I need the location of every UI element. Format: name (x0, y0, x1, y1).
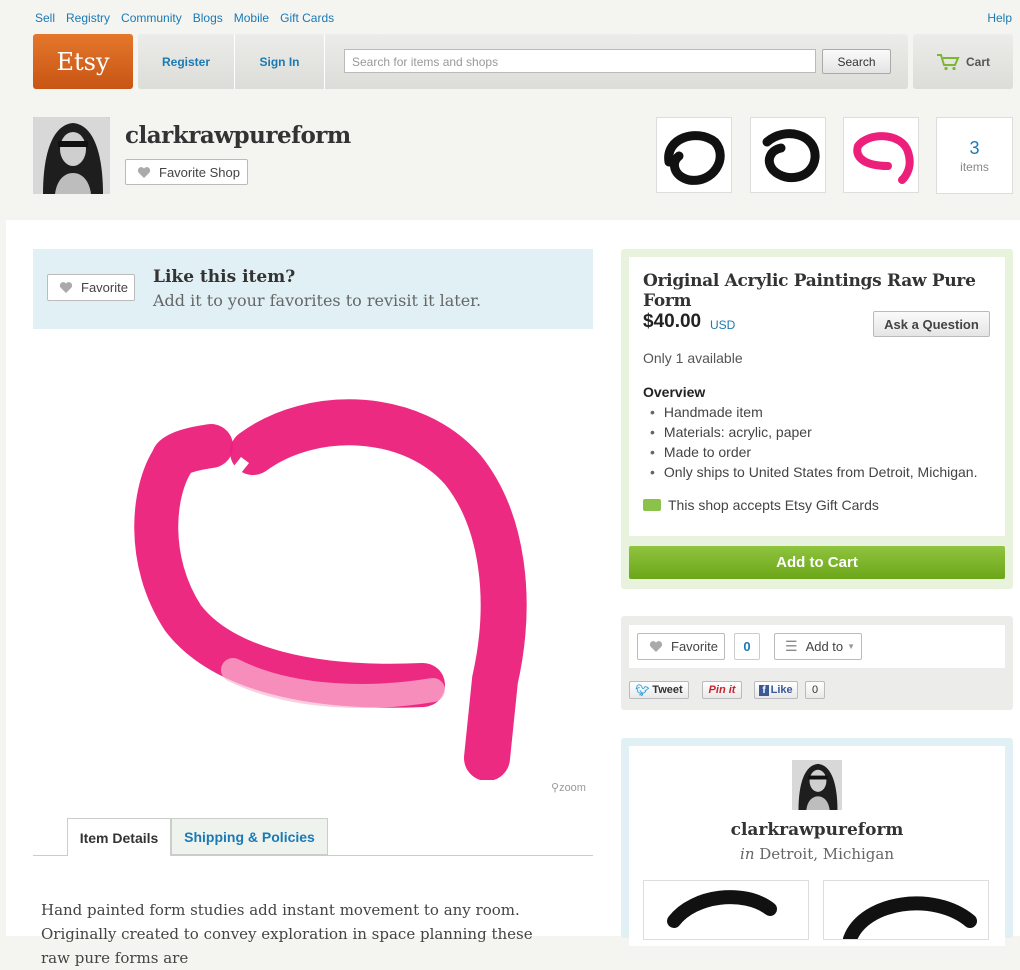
magnifier-icon: ⚲ (551, 782, 560, 794)
favorite-label: Favorite (81, 280, 128, 295)
favorite-item-button[interactable]: Favorite (47, 274, 135, 301)
nav-link-blogs[interactable]: Blogs (193, 11, 223, 25)
shop-item-thumbnail[interactable] (656, 117, 732, 193)
nav-link-gift-cards[interactable]: Gift Cards (280, 11, 334, 25)
favorite-shop-button[interactable]: Favorite Shop (125, 159, 248, 185)
owner-avatar[interactable] (792, 760, 842, 810)
owner-location-text: Detroit, Michigan (759, 845, 894, 863)
like-count: 0 (805, 681, 825, 699)
add-to-list-button[interactable]: ☰ Add to ▼ (774, 633, 862, 660)
tab-item-details[interactable]: Item Details (67, 818, 171, 856)
etsy-logo[interactable]: Etsy (33, 34, 133, 89)
tweet-label: Tweet (652, 684, 683, 696)
owner-item-thumbnail[interactable] (643, 880, 809, 940)
register-button[interactable]: Register (138, 34, 234, 89)
cart-icon (936, 53, 960, 70)
top-nav-links: Sell Registry Community Blogs Mobile Gift Car… (35, 11, 345, 25)
list-icon: ☰ (785, 638, 798, 654)
add-to-cart-button[interactable]: Add to Cart (629, 546, 1005, 579)
ask-question-button[interactable]: Ask a Question (873, 311, 990, 337)
item-count-label: items (960, 160, 989, 174)
nav-link-community[interactable]: Community (121, 11, 182, 25)
favorite-prompt-title: Like this item? (153, 267, 296, 287)
availability: Only 1 available (643, 350, 743, 366)
gift-card-text: This shop accepts Etsy Gift Cards (668, 497, 879, 513)
facebook-icon: f (759, 684, 769, 696)
shop-avatar[interactable] (33, 117, 110, 194)
zoom-link[interactable]: ⚲zoom (551, 781, 586, 794)
heart-icon (59, 282, 73, 293)
chevron-down-icon: ▼ (847, 642, 856, 651)
search-button[interactable]: Search (822, 49, 891, 74)
overview-list: Handmade item Materials: acrylic, paper … (650, 402, 978, 482)
owner-shop-name[interactable]: clarkrawpureform (629, 820, 1005, 840)
cart-button[interactable]: Cart (913, 34, 1013, 89)
sign-in-button[interactable]: Sign In (235, 34, 324, 89)
tweet-button[interactable]: 🐦︎ Tweet (629, 681, 689, 699)
add-to-label: Add to (805, 639, 844, 654)
nav-link-sell[interactable]: Sell (35, 11, 55, 25)
list-item: Made to order (650, 442, 977, 462)
listing-image[interactable] (33, 340, 593, 780)
header-divider (324, 34, 325, 89)
owner-location-prefix: in (740, 845, 755, 863)
list-item: Only ships to United States from Detroit… (650, 462, 978, 482)
favorite-prompt-subtitle: Add it to your favorites to revisit it l… (153, 291, 482, 310)
search-input[interactable]: Search for items and shops (344, 49, 816, 73)
gift-card-icon (643, 499, 661, 511)
twitter-icon: 🐦︎ (635, 684, 650, 697)
item-count-value: 3 (969, 138, 980, 158)
gift-card-notice: This shop accepts Etsy Gift Cards (643, 497, 879, 513)
shop-item-thumbnail[interactable] (843, 117, 919, 193)
owner-item-thumbnail[interactable] (823, 880, 989, 940)
like-label: Like (770, 684, 793, 696)
heart-icon (137, 166, 151, 178)
facebook-like-button[interactable]: f Like (754, 681, 798, 699)
cart-label: Cart (965, 54, 990, 69)
listing-title: Original Acrylic Paintings Raw Pure Form (643, 271, 976, 311)
favorite-shop-label: Favorite Shop (159, 164, 240, 180)
top-nav: Sell Registry Community Blogs Mobile Gift Car… (0, 0, 1020, 34)
favorite-button[interactable]: Favorite (637, 633, 725, 660)
nav-link-mobile[interactable]: Mobile (234, 11, 269, 25)
shop-item-count[interactable]: 3 items (936, 117, 1013, 194)
nav-link-registry[interactable]: Registry (66, 11, 110, 25)
list-item: Handmade item (650, 402, 977, 422)
favorite-count: 0 (734, 633, 760, 660)
heart-icon (649, 641, 663, 652)
zoom-label: zoom (559, 782, 586, 794)
listing-price: $40.00 (643, 311, 702, 332)
tab-shipping-policies[interactable]: Shipping & Policies (171, 818, 328, 855)
owner-location: in Detroit, Michigan (629, 845, 1005, 863)
pin-it-button[interactable]: Pin it (702, 681, 742, 699)
overview-heading: Overview (643, 384, 706, 400)
item-description: Hand painted form studies add instant mo… (41, 901, 533, 967)
list-item: Materials: acrylic, paper (650, 422, 977, 442)
currency-link[interactable]: USD (710, 318, 735, 332)
shop-name[interactable]: clarkrawpureform (125, 122, 351, 149)
favorite-label: Favorite (671, 639, 718, 654)
help-link[interactable]: Help (987, 11, 1012, 25)
shop-item-thumbnail[interactable] (750, 117, 826, 193)
